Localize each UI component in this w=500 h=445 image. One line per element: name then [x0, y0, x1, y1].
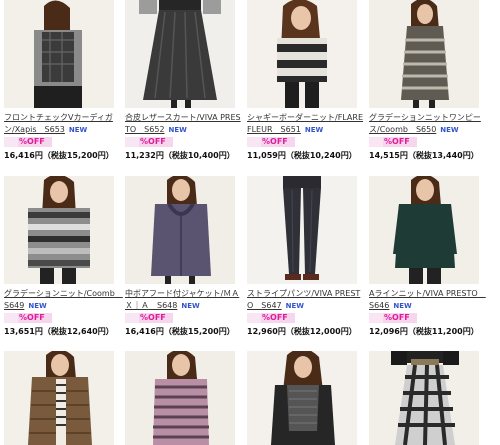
discount-badge: %OFF — [125, 313, 173, 323]
discount-label: %OFF — [262, 313, 288, 322]
product-title[interactable]: フロントチェックVカーディガン/Xapis S653 NEW — [4, 112, 122, 136]
product-photo[interactable] — [125, 351, 235, 445]
product-title[interactable]: グラデーションニットワンピース/Coomb S650 NEW — [369, 112, 487, 136]
discount-value-blank — [125, 313, 139, 323]
discount-badge: %OFF — [4, 313, 52, 323]
discount-value-blank — [369, 313, 383, 323]
product-title[interactable]: シャギーボーダーニット/FLARE FLEUR S651 NEW — [247, 112, 365, 136]
product-link[interactable]: Aラインニット/VIVA PRESTO S646 — [369, 289, 486, 310]
new-badge: NEW — [304, 126, 324, 134]
discount-badge: %OFF — [247, 313, 295, 323]
discount-value-blank — [4, 137, 18, 147]
discount-label: %OFF — [19, 313, 45, 322]
discount-badge: %OFF — [369, 313, 417, 323]
product-title[interactable]: Aラインニット/VIVA PRESTO S646 NEW — [369, 288, 487, 312]
discount-badge: %OFF — [369, 137, 417, 147]
new-badge: NEW — [440, 126, 459, 134]
discount-label: %OFF — [140, 313, 166, 322]
discount-value-blank — [4, 313, 18, 323]
product-title[interactable]: 中ボアフード付ジャケット/ＭＡＸ｜Ａ S648 NEW — [125, 288, 243, 312]
product-link[interactable]: グラデーションニット/Coomb S649 — [4, 289, 123, 310]
new-badge: NEW — [285, 302, 305, 310]
product-price: 12,960円（税抜12,000円） — [247, 327, 357, 336]
discount-badge: %OFF — [4, 137, 52, 147]
product-price: 13,651円（税抜12,640円） — [4, 327, 114, 336]
product-photo[interactable] — [369, 176, 479, 284]
product-price: 14,515円（税抜13,440円） — [369, 151, 479, 160]
discount-value-blank — [125, 137, 139, 147]
product-price: 16,416円（税抜15,200円） — [125, 327, 235, 336]
discount-badge: %OFF — [125, 137, 173, 147]
new-badge: NEW — [68, 126, 88, 134]
product-price: 16,416円（税抜15,200円） — [4, 151, 114, 160]
product-link[interactable]: グラデーションニットワンピース/Coomb S650 — [369, 113, 481, 134]
product-price: 12,096円（税抜11,200円） — [369, 327, 479, 336]
discount-label: %OFF — [384, 313, 410, 322]
new-badge: NEW — [393, 302, 412, 310]
discount-label: %OFF — [384, 137, 410, 146]
product-link[interactable]: フロントチェックVカーディガン/Xapis S653 — [4, 113, 113, 134]
discount-value-blank — [369, 137, 383, 147]
product-title[interactable]: グラデーションニット/Coomb S649 NEW — [4, 288, 123, 312]
new-badge: NEW — [28, 302, 47, 310]
discount-label: %OFF — [140, 137, 166, 146]
product-photo[interactable] — [4, 0, 114, 108]
discount-value-blank — [247, 313, 261, 323]
product-photo[interactable] — [369, 351, 479, 445]
new-badge: NEW — [181, 302, 200, 310]
product-price: 11,059円（税抜10,240円） — [247, 151, 357, 160]
discount-label: %OFF — [262, 137, 288, 146]
product-photo[interactable] — [125, 176, 235, 284]
discount-badge: %OFF — [247, 137, 295, 147]
product-price: 11,232円（税抜10,400円） — [125, 151, 235, 160]
new-badge: NEW — [168, 126, 187, 134]
product-photo[interactable] — [4, 176, 114, 284]
product-photo[interactable] — [4, 351, 114, 445]
product-photo[interactable] — [247, 351, 357, 445]
product-photo[interactable] — [125, 0, 235, 108]
product-photo[interactable] — [247, 176, 357, 284]
discount-value-blank — [247, 137, 261, 147]
product-title[interactable]: 合皮レザースカート/VIVA PRESTO S652 NEW — [125, 112, 243, 136]
product-grid: フロントチェックVカーディガン/Xapis S653 NEW %OFF 16,41… — [0, 0, 500, 445]
discount-label: %OFF — [19, 137, 45, 146]
product-title[interactable]: ストライプパンツ/VIVA PRESTO S647 NEW — [247, 288, 365, 312]
product-photo[interactable] — [247, 0, 357, 108]
product-photo[interactable] — [369, 0, 479, 108]
